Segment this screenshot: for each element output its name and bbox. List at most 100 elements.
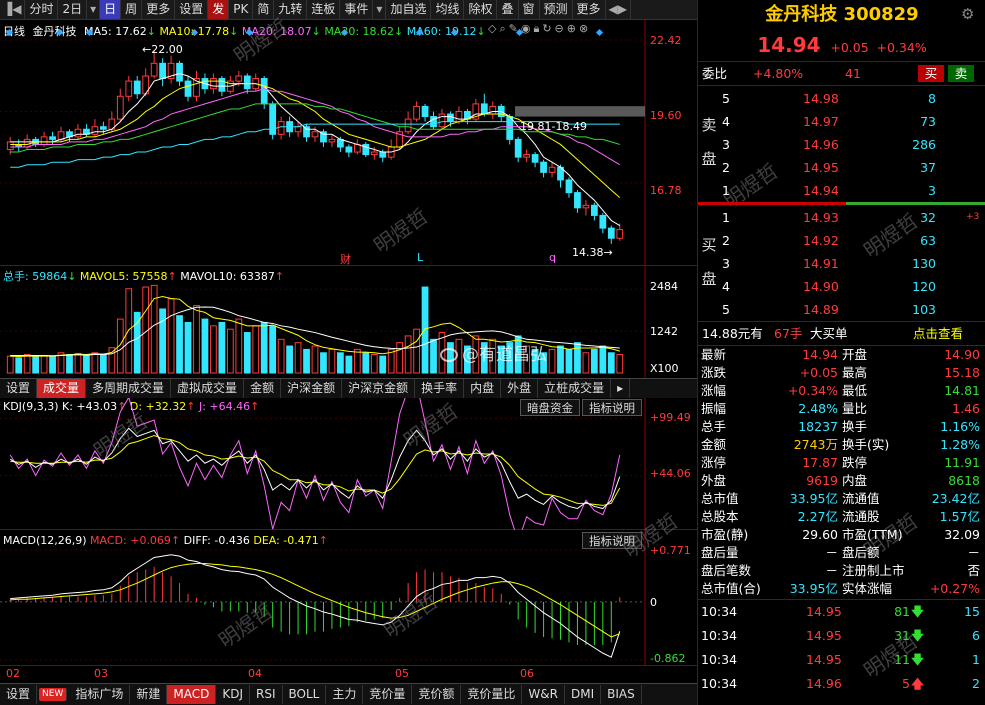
bid-row: 1 14.93 32 +3 [698, 206, 985, 229]
toolbar-item[interactable]: 除权 [464, 0, 498, 19]
volume-tab[interactable]: 立桩成交量 [538, 379, 612, 398]
volume-tab[interactable]: 金额 [244, 379, 282, 398]
volume-tab[interactable]: ▸ [611, 379, 631, 398]
volume-bar [548, 348, 556, 374]
indicator-tab[interactable]: 竞价量比 [461, 685, 523, 704]
toolbar-item[interactable]: 窗 [519, 0, 540, 19]
indicator-tab[interactable]: MACD [167, 685, 217, 704]
stat-label: 流通值 [842, 491, 880, 506]
macd-panel[interactable]: MACD(12,26,9) MACD: +0.069↑ DIFF: -0.436… [0, 530, 697, 665]
main-chart-panel[interactable]: 日线 金丹科技 MA5: 17.62↓ MA10: 17.78↓ MA20: 1… [0, 20, 697, 266]
big-order-row: 14.88元有 67手 大买单 点击查看 [698, 322, 985, 345]
buy-button[interactable]: 买 [918, 65, 944, 82]
gear-icon[interactable]: ⚙ [961, 6, 977, 22]
indicator-tab[interactable]: W&R [522, 685, 565, 704]
toolbar-item[interactable]: 2日 [58, 0, 88, 19]
stat-value: 8618 [948, 473, 980, 488]
divider [698, 85, 985, 86]
big-order-view-link[interactable]: 点击查看 [913, 322, 963, 345]
indicator-tab[interactable]: 竞价量 [363, 685, 413, 704]
toolbar-item[interactable]: 叠 [497, 0, 519, 19]
quote-price-row: 14.94 +0.05 +0.34% [698, 33, 985, 61]
quote-title: 金丹科技 300829 [765, 4, 919, 25]
stat-label: 开盘 [842, 347, 868, 362]
toolbar-item[interactable]: 更多 [573, 0, 606, 19]
volume-bar [286, 345, 293, 374]
ma-line-ma5 [10, 72, 621, 227]
toolbar-item[interactable]: 周 [121, 0, 143, 19]
bid-price: 14.90 [803, 279, 839, 294]
volume-bar [311, 345, 319, 374]
tick-time: 10:34 [701, 628, 738, 643]
volume-tab[interactable]: 设置 [0, 379, 38, 398]
volume-bar [167, 298, 175, 374]
indicator-tab[interactable]: BOLL [283, 685, 327, 704]
candle-body [345, 146, 353, 153]
toolbar-item[interactable]: 事件 [340, 0, 374, 19]
kdj-panel[interactable]: KDJ(9,3,3) K: +43.03↑ D: +32.32↑ J: +64.… [0, 398, 697, 530]
toolbar-item[interactable]: 九转 [274, 0, 308, 19]
volume-tab[interactable]: 内盘 [464, 379, 502, 398]
stat-label: 涨幅 [701, 383, 727, 398]
volume-tab[interactable]: 多周期成交量 [86, 379, 172, 398]
ask-price: 14.94 [803, 183, 839, 198]
indicator-tab[interactable]: 主力 [326, 685, 364, 704]
stat-value: 14.94 [802, 347, 838, 362]
indicator-tab[interactable]: 竞价额 [412, 685, 462, 704]
bid-price: 14.89 [803, 302, 839, 317]
toolbar-item[interactable]: 更多 [142, 0, 176, 19]
indicator-tab[interactable]: DMI [565, 685, 602, 704]
stat-value: 14.90 [944, 347, 980, 362]
indicator-tab[interactable]: 新建 [130, 685, 168, 704]
volume-tab[interactable]: 外盘 [501, 379, 539, 398]
toolbar-item[interactable]: ▐◀ [0, 0, 26, 19]
indicator-tab[interactable]: 指标广场 [69, 685, 131, 704]
arrow-down-icon: 🡇 [911, 628, 924, 643]
toolbar-item[interactable]: ▾ [373, 0, 387, 19]
toolbar-item[interactable]: 简 [253, 0, 275, 19]
toolbar-item[interactable]: 分时 [25, 0, 59, 19]
indicator-tab[interactable]: BIAS [601, 685, 642, 704]
arrow-up-icon: 🡅 [911, 676, 924, 691]
toolbar-item[interactable]: 预测 [540, 0, 573, 19]
toolbar-item[interactable]: PK [229, 0, 254, 19]
tick-price: 14.95 [806, 652, 842, 667]
volume-panel[interactable]: 总手: 59864↓ MAVOL5: 57558↑ MAVOL10: 63387… [0, 266, 697, 378]
toolbar-item[interactable]: 均线 [431, 0, 465, 19]
event-l-marker[interactable]: L [417, 251, 423, 264]
new-badge[interactable]: NEW [39, 688, 68, 701]
toolbar-item[interactable]: 加自选 [386, 0, 432, 19]
toolbar-item[interactable]: 日 [100, 0, 122, 19]
indicator-tab[interactable]: RSI [250, 685, 283, 704]
volume-bar [6, 355, 14, 374]
event-diamond [55, 28, 64, 37]
volume-tab[interactable]: 虚拟成交量 [171, 379, 245, 398]
bid-level: 3 [722, 256, 730, 271]
volume-tab[interactable]: 沪深金额 [281, 379, 343, 398]
candle-body [506, 116, 514, 140]
candle-body [49, 136, 56, 140]
candle-body [531, 154, 539, 163]
volume-bar [91, 352, 99, 374]
stat-value: 1.28% [940, 437, 980, 452]
indicator-tab[interactable]: KDJ [216, 685, 251, 704]
volume-bar [201, 318, 209, 374]
bid-volume: 63 [920, 233, 936, 248]
indicator-tab[interactable]: 设置 [0, 685, 38, 704]
volume-bar [243, 332, 251, 374]
toolbar-item[interactable]: 连板 [307, 0, 341, 19]
toolbar-item[interactable]: 发 [208, 0, 230, 19]
candle-body [235, 75, 243, 82]
sell-button[interactable]: 卖 [948, 65, 974, 82]
stat-label: 换手(实) [842, 437, 890, 452]
toolbar-item[interactable]: 设置 [175, 0, 209, 19]
event-q-marker[interactable]: q [549, 251, 556, 264]
volume-tab[interactable]: 成交量 [37, 379, 87, 398]
volume-tab[interactable]: 换手率 [415, 379, 465, 398]
event-cai-marker[interactable]: 财 [340, 251, 351, 267]
volume-tab[interactable]: 沪深京金额 [342, 379, 416, 398]
toolbar-item[interactable]: ◀▶ [606, 0, 632, 19]
toolbar-item[interactable]: ▾ [87, 0, 101, 19]
stat-label: 总市值(合) [701, 581, 761, 596]
weibi-row: 委比 +4.80% 41 买 卖 [698, 62, 985, 85]
